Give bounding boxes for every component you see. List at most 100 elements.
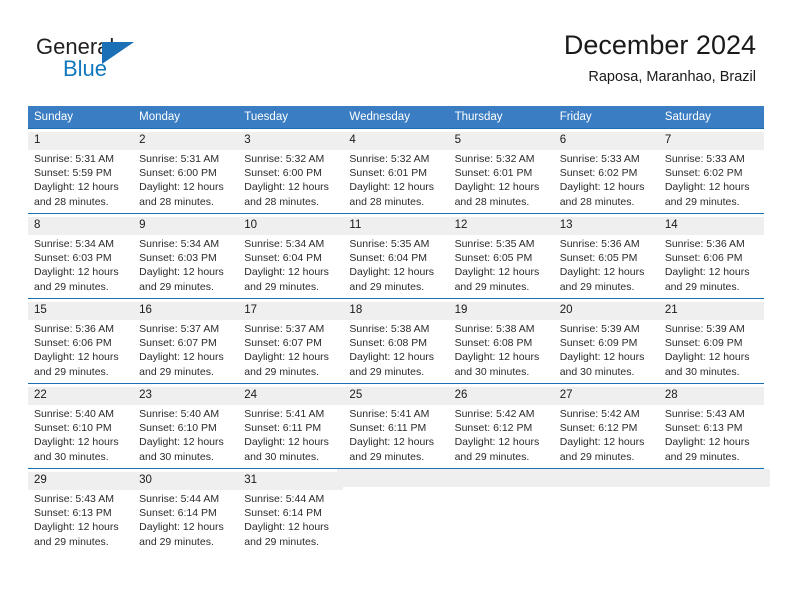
day-cell-empty	[547, 468, 665, 553]
day-cell[interactable]: 31 Sunrise: 5:44 AM Sunset: 6:14 PM Dayligh…	[238, 468, 344, 553]
day-number: 15	[28, 302, 134, 320]
sunrise-text: Sunrise: 5:32 AM	[454, 153, 535, 165]
weekday-header-friday: Friday	[553, 106, 659, 129]
day-number: 27	[553, 387, 659, 405]
sunrise-text: Sunrise: 5:35 AM	[349, 238, 430, 250]
day-details: Sunrise: 5:36 AM Sunset: 6:06 PM Daylight:…	[34, 322, 127, 379]
day-cell[interactable]: 4 Sunrise: 5:32 AM Sunset: 6:01 PM Daylight…	[343, 128, 449, 214]
daylight-text-line1: Daylight: 12 hours	[454, 436, 540, 449]
day-details: Sunrise: 5:35 AM Sunset: 6:04 PM Daylight:…	[349, 237, 442, 294]
day-details: Sunrise: 5:40 AM Sunset: 6:10 PM Daylight:…	[139, 407, 232, 464]
day-number: 13	[553, 217, 659, 235]
day-cell[interactable]: 20 Sunrise: 5:39 AM Sunset: 6:09 PM Dayligh…	[553, 298, 659, 384]
day-cell[interactable]: 30 Sunrise: 5:44 AM Sunset: 6:14 PM Dayligh…	[133, 468, 239, 553]
day-cell[interactable]: 14 Sunrise: 5:36 AM Sunset: 6:06 PM Dayligh…	[658, 213, 764, 299]
day-cell[interactable]: 3 Sunrise: 5:32 AM Sunset: 6:00 PM Daylight…	[238, 128, 344, 214]
day-number: 24	[238, 387, 344, 405]
sunset-text: Sunset: 6:01 PM	[454, 167, 533, 180]
day-cell[interactable]: 16 Sunrise: 5:37 AM Sunset: 6:07 PM Dayligh…	[133, 298, 239, 384]
day-number: 20	[553, 302, 659, 320]
daylight-text-line2: and 30 minutes.	[244, 450, 319, 463]
day-cell[interactable]: 27 Sunrise: 5:42 AM Sunset: 6:12 PM Dayligh…	[553, 383, 659, 469]
day-cell[interactable]: 24 Sunrise: 5:41 AM Sunset: 6:11 PM Dayligh…	[238, 383, 344, 469]
sunset-text: Sunset: 6:12 PM	[454, 422, 533, 435]
day-cell[interactable]: 22 Sunrise: 5:40 AM Sunset: 6:10 PM Dayligh…	[28, 383, 134, 469]
daylight-text-line1: Daylight: 12 hours	[34, 521, 119, 534]
day-cell[interactable]: 19 Sunrise: 5:38 AM Sunset: 6:08 PM Dayligh…	[448, 298, 554, 384]
day-cell[interactable]: 17 Sunrise: 5:37 AM Sunset: 6:07 PM Dayligh…	[238, 298, 344, 384]
day-cell[interactable]: 12 Sunrise: 5:35 AM Sunset: 6:05 PM Dayligh…	[448, 213, 554, 299]
daylight-text-line2: and 30 minutes.	[664, 365, 740, 378]
daylight-text-line2: and 28 minutes.	[139, 195, 214, 208]
sunset-text: Sunset: 5:59 PM	[34, 167, 112, 180]
sunrise-text: Sunrise: 5:42 AM	[559, 408, 640, 420]
sunset-text: Sunset: 6:02 PM	[664, 167, 743, 180]
day-cell[interactable]: 6 Sunrise: 5:33 AM Sunset: 6:02 PM Daylight…	[553, 128, 659, 214]
day-cell-empty	[652, 468, 770, 553]
day-cell[interactable]: 21 Sunrise: 5:39 AM Sunset: 6:09 PM Dayligh…	[658, 298, 764, 384]
day-number: 12	[448, 217, 554, 235]
day-details: Sunrise: 5:39 AM Sunset: 6:09 PM Daylight:…	[665, 322, 758, 379]
sunrise-text: Sunrise: 5:34 AM	[139, 238, 220, 250]
daylight-text-line2: and 29 minutes.	[34, 535, 109, 548]
daylight-text-line2: and 29 minutes.	[34, 280, 109, 293]
calendar-body: 1 Sunrise: 5:31 AM Sunset: 5:59 PM Daylight…	[28, 128, 770, 553]
day-cell[interactable]: 2 Sunrise: 5:31 AM Sunset: 6:00 PM Daylight…	[133, 128, 239, 214]
brand-logo[interactable]: General Blue	[36, 34, 256, 90]
sunset-text: Sunset: 6:01 PM	[349, 167, 428, 180]
daylight-text-line2: and 29 minutes.	[244, 280, 319, 293]
daylight-text-line2: and 29 minutes.	[244, 535, 319, 548]
sunrise-text: Sunrise: 5:41 AM	[349, 408, 430, 420]
day-number: 22	[28, 387, 134, 405]
sunrise-text: Sunrise: 5:44 AM	[139, 493, 220, 505]
day-details: Sunrise: 5:36 AM Sunset: 6:05 PM Daylight:…	[560, 237, 653, 294]
day-cell[interactable]: 8 Sunrise: 5:34 AM Sunset: 6:03 PM Daylight…	[28, 213, 134, 299]
day-cell-empty	[442, 468, 560, 553]
day-cell[interactable]: 9 Sunrise: 5:34 AM Sunset: 6:03 PM Daylight…	[133, 213, 239, 299]
day-cell[interactable]: 25 Sunrise: 5:41 AM Sunset: 6:11 PM Dayligh…	[343, 383, 449, 469]
day-cell[interactable]: 23 Sunrise: 5:40 AM Sunset: 6:10 PM Dayligh…	[133, 383, 239, 469]
daylight-text-line1: Daylight: 12 hours	[244, 521, 329, 534]
day-details: Sunrise: 5:34 AM Sunset: 6:03 PM Daylight:…	[139, 237, 232, 294]
day-cell[interactable]: 26 Sunrise: 5:42 AM Sunset: 6:12 PM Dayligh…	[448, 383, 554, 469]
day-number: 9	[133, 217, 239, 235]
daylight-text-line1: Daylight: 12 hours	[349, 266, 435, 279]
weekday-header-thursday: Thursday	[448, 106, 554, 129]
day-cell[interactable]: 15 Sunrise: 5:36 AM Sunset: 6:06 PM Dayligh…	[28, 298, 134, 384]
daylight-text-line2: and 29 minutes.	[244, 365, 319, 378]
day-cell[interactable]: 7 Sunrise: 5:33 AM Sunset: 6:02 PM Daylight…	[658, 128, 764, 214]
day-details: Sunrise: 5:37 AM Sunset: 6:07 PM Daylight:…	[244, 322, 337, 379]
page-header: General Blue December 2024 Raposa, Maran…	[0, 0, 792, 100]
day-cell[interactable]: 1 Sunrise: 5:31 AM Sunset: 5:59 PM Daylight…	[28, 128, 134, 214]
day-cell[interactable]: 28 Sunrise: 5:43 AM Sunset: 6:13 PM Dayligh…	[658, 383, 764, 469]
daylight-text-line2: and 28 minutes.	[454, 195, 530, 208]
sunset-text: Sunset: 6:10 PM	[34, 422, 112, 435]
daylight-text-line1: Daylight: 12 hours	[34, 181, 119, 194]
weekday-header-tuesday: Tuesday	[238, 106, 344, 129]
sunrise-text: Sunrise: 5:44 AM	[244, 493, 325, 505]
daylight-text-line1: Daylight: 12 hours	[664, 266, 750, 279]
daylight-text-line2: and 28 minutes.	[349, 195, 425, 208]
day-cell[interactable]: 10 Sunrise: 5:34 AM Sunset: 6:04 PM Dayligh…	[238, 213, 344, 299]
day-cell[interactable]: 11 Sunrise: 5:35 AM Sunset: 6:04 PM Dayligh…	[343, 213, 449, 299]
calendar-week-row: 29 Sunrise: 5:43 AM Sunset: 6:13 PM Dayligh…	[28, 468, 770, 553]
daylight-text-line2: and 30 minutes.	[34, 450, 109, 463]
sunset-text: Sunset: 6:00 PM	[244, 167, 322, 180]
day-cell[interactable]: 5 Sunrise: 5:32 AM Sunset: 6:01 PM Daylight…	[448, 128, 554, 214]
day-number: 11	[343, 217, 449, 235]
day-number: 17	[238, 302, 344, 320]
day-details: Sunrise: 5:43 AM Sunset: 6:13 PM Daylight:…	[34, 492, 127, 549]
weekday-header-wednesday: Wednesday	[343, 106, 449, 129]
sunrise-text: Sunrise: 5:37 AM	[139, 323, 220, 335]
day-details: Sunrise: 5:31 AM Sunset: 5:59 PM Daylight:…	[34, 152, 127, 209]
daylight-text-line2: and 30 minutes.	[454, 365, 530, 378]
day-cell[interactable]: 29 Sunrise: 5:43 AM Sunset: 6:13 PM Dayligh…	[28, 468, 134, 553]
day-details: Sunrise: 5:32 AM Sunset: 6:00 PM Daylight:…	[244, 152, 337, 209]
day-cell[interactable]: 13 Sunrise: 5:36 AM Sunset: 6:05 PM Dayligh…	[553, 213, 659, 299]
daylight-text-line1: Daylight: 12 hours	[139, 181, 224, 194]
day-cell[interactable]: 18 Sunrise: 5:38 AM Sunset: 6:08 PM Dayligh…	[343, 298, 449, 384]
day-number: 28	[658, 387, 764, 405]
daylight-text-line2: and 29 minutes.	[559, 450, 635, 463]
sunset-text: Sunset: 6:08 PM	[454, 337, 533, 350]
sunrise-text: Sunrise: 5:37 AM	[244, 323, 325, 335]
